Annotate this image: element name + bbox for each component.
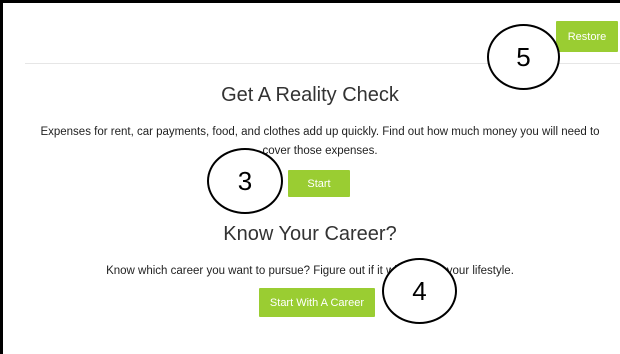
reality-check-description: Expenses for rent, car payments, food, a… <box>40 126 600 157</box>
career-description: Know which career you want to pursue? Fi… <box>106 265 514 277</box>
app-frame: Restore Get A Reality Check Expenses for… <box>0 0 620 354</box>
restore-button[interactable]: Restore <box>556 21 618 52</box>
frame-border-left <box>0 0 3 354</box>
frame-border-top <box>0 0 620 3</box>
career-title: Know Your Career? <box>223 223 397 245</box>
callout-5: 5 <box>487 24 560 90</box>
callout-4: 4 <box>382 258 457 324</box>
start-with-career-button[interactable]: Start With A Career <box>259 288 375 317</box>
start-button[interactable]: Start <box>288 170 350 197</box>
callout-3: 3 <box>207 148 283 214</box>
